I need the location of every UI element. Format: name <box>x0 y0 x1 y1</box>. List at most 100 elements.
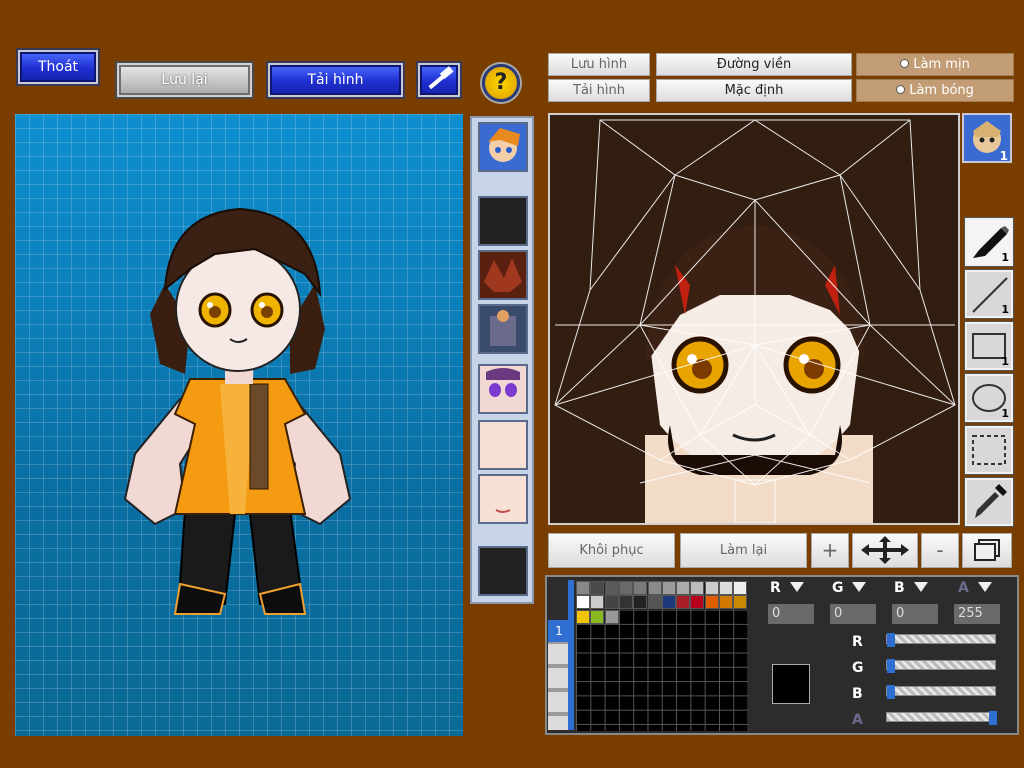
part-empty-slot-2[interactable] <box>478 546 528 596</box>
palette-swatch[interactable] <box>590 581 605 595</box>
layers-icon <box>974 539 1000 561</box>
select-tool[interactable] <box>965 426 1013 474</box>
palette-scrollbar[interactable] <box>568 580 574 730</box>
palette-swatch[interactable] <box>733 595 748 610</box>
hair-icon <box>484 258 522 292</box>
palette-swatch[interactable] <box>590 609 605 624</box>
part-face-thumb[interactable] <box>478 420 528 470</box>
radio-icon <box>900 59 910 68</box>
palette-swatch[interactable] <box>618 595 633 610</box>
palette-swatch[interactable] <box>576 581 590 595</box>
palette-swatch[interactable] <box>676 595 691 610</box>
smooth-option[interactable]: Làm mịn <box>856 53 1014 76</box>
palette-swatch[interactable] <box>733 581 748 595</box>
default-button[interactable]: Mặc định <box>656 79 852 102</box>
alpha-value-input[interactable]: 255 <box>954 604 1000 624</box>
red-channel-label: R <box>770 580 781 596</box>
palette-swatch[interactable] <box>576 609 590 624</box>
palette-swatch[interactable] <box>576 595 590 610</box>
palette-swatch[interactable] <box>633 595 648 610</box>
part-head-thumb[interactable] <box>478 122 528 172</box>
red-value-input[interactable]: 0 <box>768 604 814 624</box>
character-face-icon <box>488 128 520 162</box>
outline-button[interactable]: Đường viền <box>656 53 852 76</box>
palette-swatch[interactable] <box>604 581 619 595</box>
red-dropdown-icon[interactable] <box>790 582 804 592</box>
palette-swatch[interactable] <box>590 595 605 610</box>
body-icon <box>490 310 516 346</box>
help-button[interactable]: ? <box>482 64 520 102</box>
blue-dropdown-icon[interactable] <box>914 582 928 592</box>
eyedropper-tool[interactable] <box>965 478 1013 526</box>
build-button[interactable] <box>418 63 460 97</box>
palette-swatch[interactable] <box>719 595 733 610</box>
zoom-in-button[interactable]: + <box>811 533 849 568</box>
palette-swatch[interactable] <box>661 595 676 610</box>
palette-swatch[interactable] <box>647 595 662 610</box>
green-slider[interactable] <box>886 659 996 673</box>
exit-button[interactable]: Thoát <box>18 50 98 84</box>
mouth-icon <box>495 509 511 513</box>
part-empty-slot[interactable] <box>478 196 528 246</box>
eyes-icon <box>486 368 520 397</box>
blue-value-input[interactable]: 0 <box>892 604 938 624</box>
rectangle-tool[interactable]: 1 <box>965 322 1013 370</box>
alpha-slider-label: A <box>852 712 863 728</box>
part-list <box>470 116 534 604</box>
green-slider-knob[interactable] <box>887 659 895 673</box>
load-button[interactable]: Tải hình <box>268 63 403 97</box>
layer-copy-button[interactable] <box>962 533 1012 568</box>
save-button[interactable]: Lưu lại <box>117 63 252 97</box>
shade-option[interactable]: Làm bóng <box>856 79 1014 102</box>
pen-tool[interactable]: 1 <box>965 218 1013 266</box>
green-slider-label: G <box>852 660 864 676</box>
alpha-slider[interactable] <box>886 711 997 725</box>
palette-swatch[interactable] <box>704 595 719 610</box>
palette-tabs[interactable]: 1 <box>548 620 570 730</box>
restore-button[interactable]: Khôi phục <box>548 533 675 568</box>
green-value-input[interactable]: 0 <box>830 604 876 624</box>
blue-slider[interactable] <box>886 685 996 699</box>
green-dropdown-icon[interactable] <box>852 582 866 592</box>
eyedropper-icon <box>975 484 1007 518</box>
blue-channel-label: B <box>894 580 905 596</box>
load-image-button[interactable]: Tải hình <box>548 79 650 102</box>
palette-swatch[interactable] <box>604 609 619 624</box>
zoom-out-button[interactable]: - <box>921 533 959 568</box>
palette-swatch[interactable] <box>618 581 633 595</box>
redo-button[interactable]: Làm lại <box>680 533 807 568</box>
palette-swatch[interactable] <box>719 581 733 595</box>
tool-badge: 1 <box>1001 251 1009 264</box>
layer-badge: 1 <box>999 149 1008 163</box>
palette-swatch[interactable] <box>647 581 662 595</box>
palette-swatch[interactable] <box>690 581 705 595</box>
part-hair-thumb[interactable] <box>478 250 528 300</box>
red-slider[interactable] <box>886 633 996 647</box>
tool-badge: 1 <box>1001 303 1009 316</box>
layer-avatar[interactable]: 1 <box>962 113 1012 163</box>
line-tool[interactable]: 1 <box>965 270 1013 318</box>
ellipse-tool[interactable]: 1 <box>965 374 1013 422</box>
blue-slider-knob[interactable] <box>887 685 895 699</box>
red-slider-knob[interactable] <box>887 633 895 647</box>
part-body-thumb[interactable] <box>478 304 528 354</box>
palette-swatch[interactable] <box>676 581 691 595</box>
alpha-dropdown-icon[interactable] <box>978 582 992 592</box>
current-color-swatch <box>772 664 810 704</box>
alpha-slider-knob[interactable] <box>989 711 997 725</box>
palette-swatch[interactable] <box>661 581 676 595</box>
move-arrows-icon <box>861 536 909 564</box>
palette-swatch[interactable] <box>690 595 705 610</box>
palette-swatch[interactable] <box>704 581 719 595</box>
palette-swatch[interactable] <box>604 595 619 610</box>
part-mouth-thumb[interactable] <box>478 474 528 524</box>
save-image-button[interactable]: Lưu hình <box>548 53 650 76</box>
palette-swatch[interactable] <box>633 581 648 595</box>
move-button[interactable] <box>852 533 918 568</box>
palette-tab-1[interactable]: 1 <box>548 620 570 642</box>
red-slider-label: R <box>852 634 863 650</box>
part-eyes-thumb[interactable] <box>478 364 528 414</box>
texture-canvas[interactable] <box>548 113 960 525</box>
character-preview[interactable] <box>15 114 463 736</box>
palette-grid[interactable] <box>576 581 748 731</box>
